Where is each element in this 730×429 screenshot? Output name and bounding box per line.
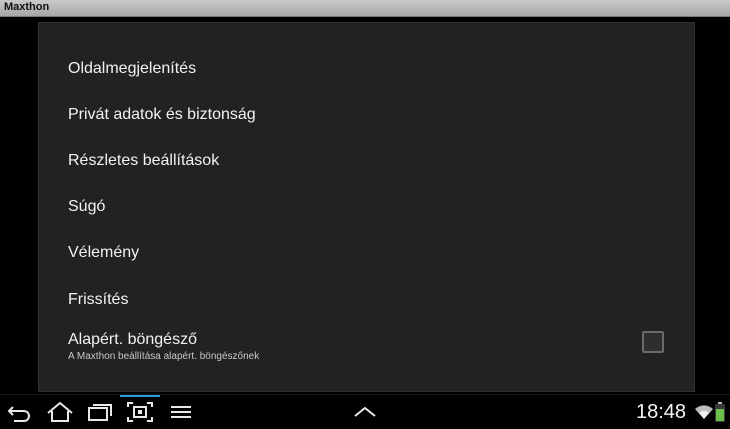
screenshot-icon [125, 399, 155, 425]
settings-item-help[interactable]: Súgó [68, 187, 668, 227]
default-browser-label: Alapért. böngésző [68, 331, 197, 348]
settings-item-label: Súgó [68, 198, 106, 215]
settings-item-label: Részletes beállítások [68, 152, 220, 169]
settings-item-feedback[interactable]: Vélemény [68, 233, 668, 273]
settings-item-label: Privát adatok és biztonság [68, 106, 256, 123]
settings-item-update[interactable]: Frissítés [68, 280, 668, 320]
settings-panel: Oldalmegjelenítés Privát adatok és bizto… [38, 22, 695, 392]
home-icon [45, 399, 75, 425]
active-indicator [120, 395, 160, 397]
settings-item-default-browser[interactable]: Alapért. böngésző A Maxthon beállítása a… [68, 329, 668, 373]
settings-item-label: Frissítés [68, 291, 129, 308]
settings-item-advanced[interactable]: Részletes beállítások [68, 141, 668, 181]
recent-apps-button[interactable] [85, 399, 115, 425]
wifi-icon [694, 402, 714, 427]
home-button[interactable] [45, 399, 75, 425]
settings-item-label: Oldalmegjelenítés [68, 60, 197, 77]
window-title: Maxthon [4, 1, 50, 13]
default-browser-checkbox[interactable] [642, 331, 664, 353]
back-button[interactable] [5, 399, 35, 425]
recent-apps-icon [85, 399, 115, 425]
menu-button[interactable] [166, 399, 196, 425]
status-icons [694, 402, 728, 422]
app-screen: Oldalmegjelenítés Privát adatok és bizto… [0, 17, 730, 394]
default-browser-description: A Maxthon beállítása alapért. böngészőne… [68, 351, 260, 362]
title-bar: Maxthon [0, 0, 730, 17]
up-chevron-icon [350, 399, 380, 425]
battery-icon [715, 402, 725, 427]
screenshot-button[interactable] [125, 399, 155, 425]
settings-item-privacy-security[interactable]: Privát adatok és biztonság [68, 95, 668, 135]
system-nav-bar: 18:48 [0, 394, 730, 429]
back-icon [5, 399, 35, 425]
status-clock: 18:48 [636, 401, 687, 423]
menu-icon [166, 399, 196, 425]
settings-item-page-display[interactable]: Oldalmegjelenítés [68, 49, 668, 89]
settings-item-label: Vélemény [68, 244, 140, 261]
expand-button[interactable] [350, 399, 380, 425]
